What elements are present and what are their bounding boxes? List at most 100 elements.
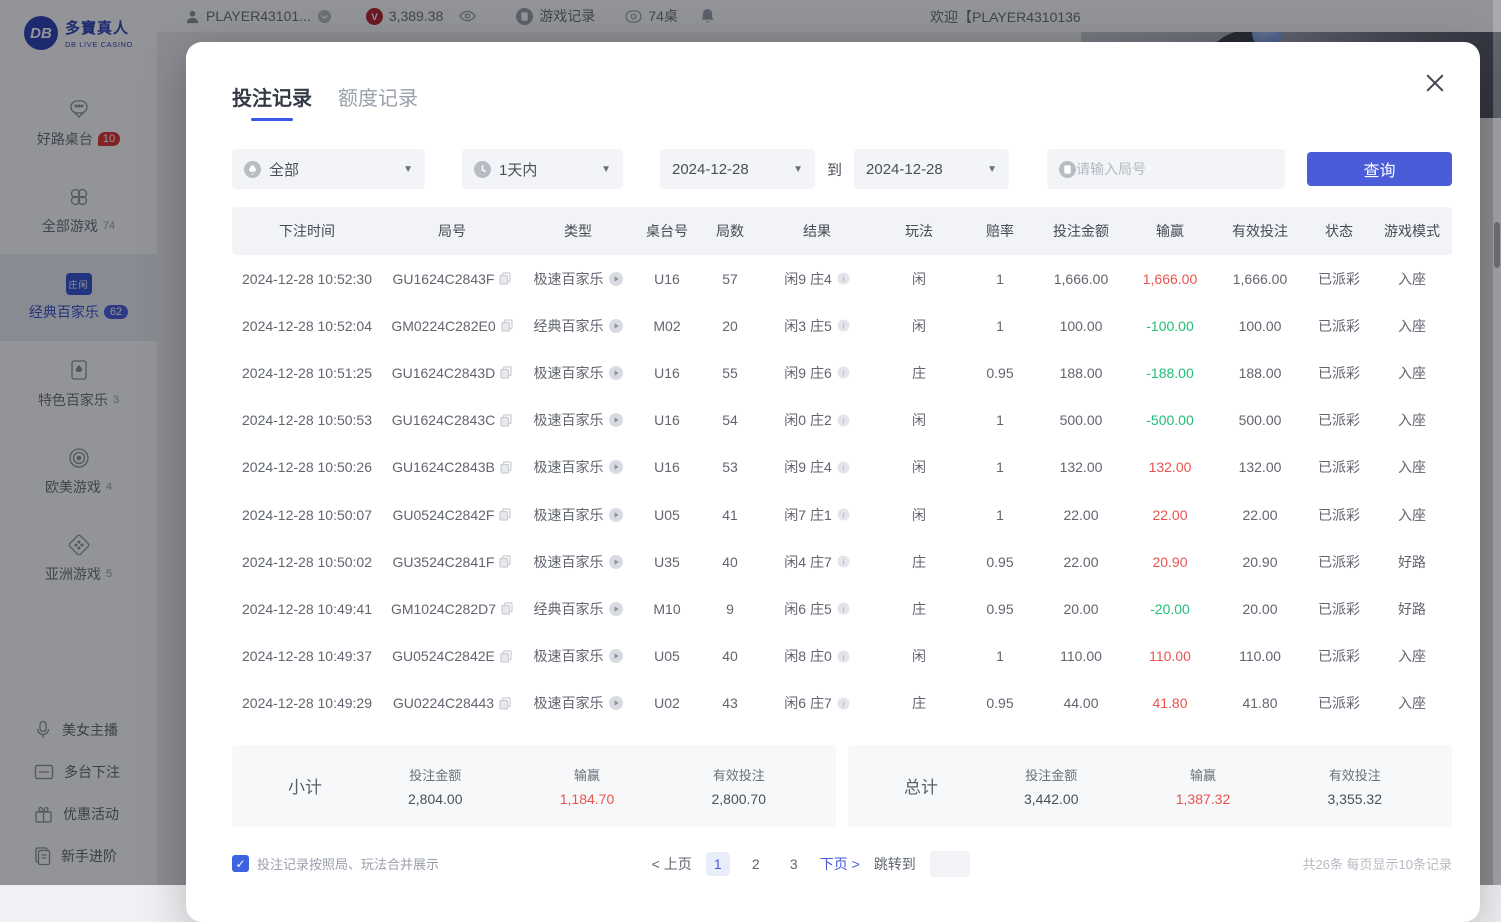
close-icon[interactable] [1422, 70, 1448, 96]
table-row: 2024-12-28 10:49:41 GM1024C282D7 经典百家乐 M… [232, 585, 1452, 632]
play-icon[interactable] [609, 366, 623, 380]
column-header: 有效投注 [1214, 221, 1306, 241]
info-icon[interactable]: i [837, 697, 850, 710]
subtotal-win: 1,184.70 [560, 791, 615, 807]
copy-icon[interactable] [500, 650, 512, 663]
game-type-value: 全部 [269, 159, 299, 180]
column-header: 赔率 [964, 221, 1036, 241]
total-win: 1,387.32 [1176, 791, 1231, 807]
caret-down-icon: ▼ [779, 164, 803, 175]
column-header: 游戏模式 [1372, 221, 1452, 241]
modal-footer: ✓ 投注记录按照局、玩法合并展示 < 上页 1 2 3 下页 > 跳转到 共26… [232, 851, 1452, 877]
jump-page-input[interactable] [930, 851, 970, 877]
total-box: 总计 投注金额3,442.00 输赢1,387.32 有效投注3,355.32 [848, 745, 1452, 827]
date-to-value: 2024-12-28 [866, 161, 943, 178]
subtotal-bet: 2,804.00 [408, 791, 463, 807]
column-header: 结果 [760, 221, 874, 241]
merge-checkbox-wrap[interactable]: ✓ 投注记录按照局、玩法合并展示 [232, 854, 439, 873]
round-search-input[interactable] [1076, 161, 1273, 177]
info-icon[interactable]: i [837, 414, 850, 427]
play-icon[interactable] [609, 272, 623, 286]
page-scrollbar[interactable] [1493, 0, 1501, 885]
scrollbar-thumb[interactable] [1494, 222, 1500, 268]
column-header: 桌台号 [634, 221, 700, 241]
pagination: < 上页 1 2 3 下页 > 跳转到 [652, 851, 970, 877]
merge-checkbox-label: 投注记录按照局、玩法合并展示 [257, 854, 439, 873]
table-body: 2024-12-28 10:52:30 GU1624C2843F 极速百家乐 U… [232, 255, 1452, 727]
column-header: 玩法 [874, 221, 964, 241]
subtotal-valid: 2,800.70 [712, 791, 767, 807]
info-icon[interactable]: i [837, 461, 850, 474]
time-range-value: 1天内 [499, 159, 537, 180]
info-icon[interactable]: i [837, 366, 850, 379]
play-icon[interactable] [609, 602, 623, 616]
subtotal-label: 小计 [288, 773, 408, 798]
filter-bar: 全部 ▼ 1天内 ▼ 2024-12-28 ▼ 到 2024-12-28 ▼ 查… [232, 149, 1452, 189]
tab-bet-records[interactable]: 投注记录 [232, 82, 312, 121]
page-button-3[interactable]: 3 [782, 852, 806, 876]
play-icon[interactable] [609, 649, 623, 663]
table-row: 2024-12-28 10:50:53 GU1624C2843C 极速百家乐 U… [232, 397, 1452, 444]
table-row: 2024-12-28 10:49:29 GU0224C28443 极速百家乐 U… [232, 680, 1452, 727]
info-icon[interactable]: i [837, 555, 850, 568]
copy-icon[interactable] [500, 366, 512, 379]
copy-icon[interactable] [499, 508, 511, 521]
next-page-button[interactable]: 下页 > [820, 852, 860, 876]
table-header-row: 下注时间局号类型桌台号局数结果玩法赔率投注金额输赢有效投注状态游戏模式 [232, 207, 1452, 255]
play-icon[interactable] [609, 508, 623, 522]
table-row: 2024-12-28 10:49:37 GU0524C2842E 极速百家乐 U… [232, 633, 1452, 680]
column-header: 状态 [1306, 221, 1372, 241]
total-label: 总计 [904, 773, 1024, 798]
play-icon[interactable] [609, 696, 623, 710]
query-button[interactable]: 查询 [1307, 152, 1452, 186]
table-row: 2024-12-28 10:51:25 GU1624C2843D 极速百家乐 U… [232, 349, 1452, 396]
modal-tabs: 投注记录 额度记录 [232, 82, 1452, 121]
copy-icon[interactable] [500, 414, 512, 427]
column-header: 下注时间 [232, 221, 382, 241]
summary-section: 小计 投注金额2,804.00 输赢1,184.70 有效投注2,800.70 … [232, 745, 1452, 827]
table-row: 2024-12-28 10:50:26 GU1624C2843B 极速百家乐 U… [232, 444, 1452, 491]
copy-icon[interactable] [501, 319, 513, 332]
copy-icon[interactable] [499, 272, 511, 285]
clock-icon [474, 161, 491, 178]
total-valid: 3,355.32 [1328, 791, 1383, 807]
info-icon[interactable]: i [837, 272, 850, 285]
date-to-picker[interactable]: 2024-12-28 ▼ [854, 149, 1009, 189]
copy-icon[interactable] [500, 461, 512, 474]
date-from-picker[interactable]: 2024-12-28 ▼ [660, 149, 815, 189]
table-row: 2024-12-28 10:52:04 GM0224C282E0 经典百家乐 M… [232, 302, 1452, 349]
info-icon[interactable]: i [837, 508, 850, 521]
checkbox-checked-icon[interactable]: ✓ [232, 855, 249, 872]
play-icon[interactable] [609, 460, 623, 474]
caret-down-icon: ▼ [389, 164, 413, 175]
play-icon[interactable] [609, 319, 623, 333]
time-range-select[interactable]: 1天内 ▼ [462, 149, 623, 189]
table-row: 2024-12-28 10:50:02 GU3524C2841F 极速百家乐 U… [232, 538, 1452, 585]
copy-icon[interactable] [499, 697, 511, 710]
page-button-2[interactable]: 2 [744, 852, 768, 876]
info-icon[interactable]: i [837, 319, 850, 332]
bet-records-modal: 投注记录 额度记录 全部 ▼ 1天内 ▼ 2024-12-28 ▼ 到 2024… [186, 42, 1480, 922]
caret-down-icon: ▼ [973, 164, 997, 175]
table-row: 2024-12-28 10:50:07 GU0524C2842F 极速百家乐 U… [232, 491, 1452, 538]
round-search-box [1047, 149, 1285, 189]
page-button-1[interactable]: 1 [706, 852, 730, 876]
subtotal-box: 小计 投注金额2,804.00 输赢1,184.70 有效投注2,800.70 [232, 745, 836, 827]
info-icon[interactable]: i [837, 602, 850, 615]
info-icon[interactable]: i [837, 650, 850, 663]
game-type-select[interactable]: 全部 ▼ [232, 149, 425, 189]
copy-icon[interactable] [501, 602, 513, 615]
tab-quota-records[interactable]: 额度记录 [338, 82, 418, 121]
table-row: 2024-12-28 10:52:30 GU1624C2843F 极速百家乐 U… [232, 255, 1452, 302]
column-header: 局号 [382, 221, 522, 241]
play-icon[interactable] [609, 413, 623, 427]
total-bet: 3,442.00 [1024, 791, 1079, 807]
caret-down-icon: ▼ [587, 164, 611, 175]
column-header: 投注金额 [1036, 221, 1126, 241]
records-total-info: 共26条 每页显示10条记录 [1302, 854, 1452, 873]
prev-page-button[interactable]: < 上页 [652, 852, 692, 876]
copy-icon[interactable] [499, 555, 511, 568]
date-from-value: 2024-12-28 [672, 161, 749, 178]
play-icon[interactable] [609, 555, 623, 569]
column-header: 输赢 [1126, 221, 1214, 241]
